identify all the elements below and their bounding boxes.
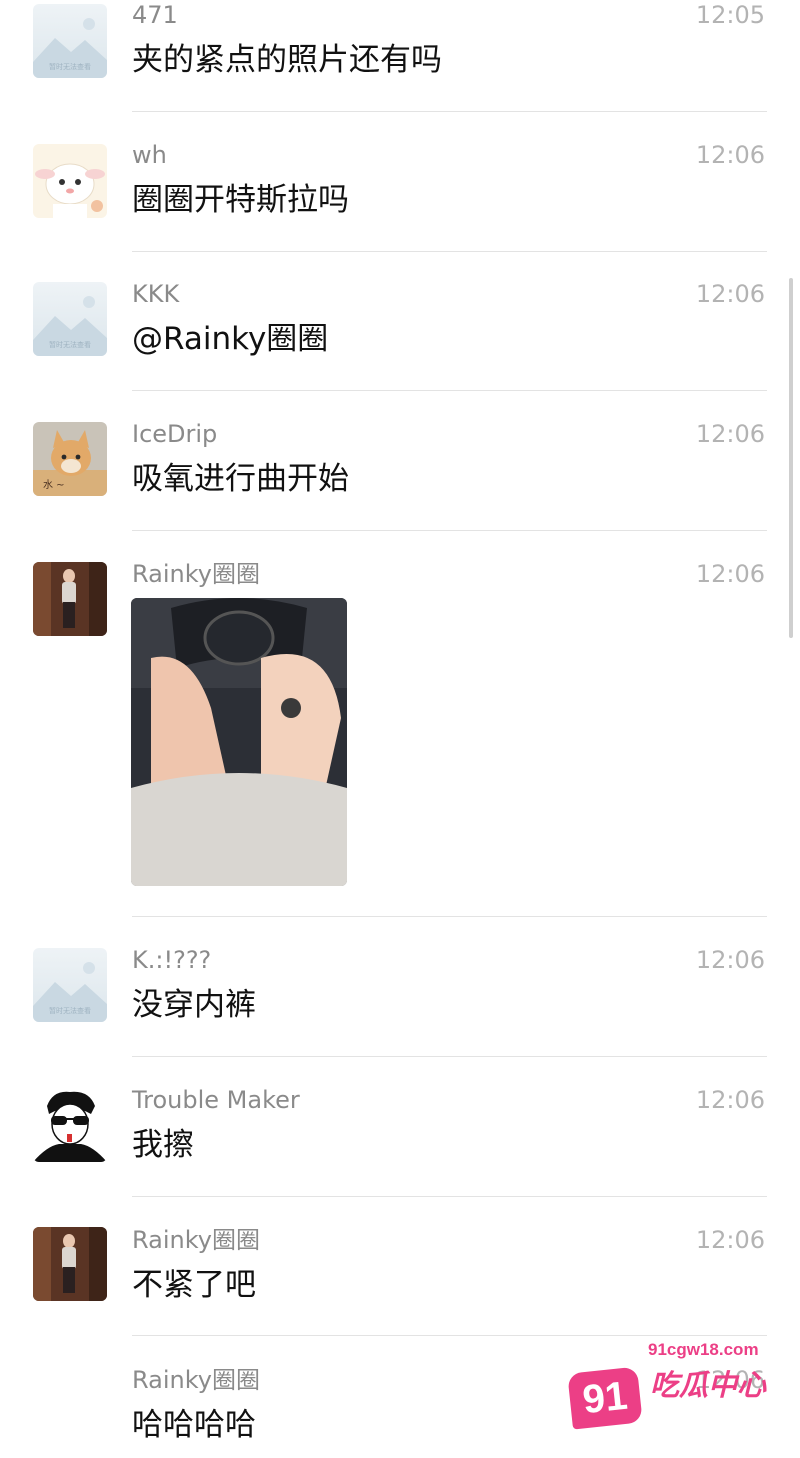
cat-photo-avatar[interactable]: 水 ~ [33, 422, 107, 496]
message-time: 12:06 [695, 946, 765, 974]
message-time: 12:06 [695, 560, 765, 588]
chat-message[interactable]: 暂时无法查看 K.:!??? 12:06 没穿内裤 [0, 918, 800, 1058]
divider [132, 530, 767, 531]
person-photo-avatar[interactable] [33, 1227, 107, 1301]
svg-text:水 ~: 水 ~ [43, 479, 65, 491]
divider [132, 390, 767, 391]
message-time: 12:06 [695, 1226, 765, 1254]
watermark-url: 91cgw18.com [648, 1340, 759, 1359]
message-time: 12:06 [695, 141, 765, 169]
message-text: 不紧了吧 [132, 1267, 256, 1303]
message-time: 12:05 [695, 1, 765, 29]
chat-message[interactable]: 暂时无法查看 471 12:05 夹的紧点的照片还有吗 [0, 0, 800, 112]
car-interior-photo[interactable] [131, 598, 347, 886]
message-time: 12:06 [695, 420, 765, 448]
sender-name: Rainky圈圈 [132, 1226, 260, 1254]
sender-name: KKK [132, 280, 180, 308]
placeholder-image-icon[interactable]: 暂时无法查看 [33, 4, 107, 78]
sender-name: 471 [132, 1, 178, 29]
chat-message[interactable]: Rainky圈圈 12:06 [0, 532, 800, 918]
message-text: 圈圈开特斯拉吗 [132, 182, 349, 218]
watermark-number: 91 [567, 1366, 643, 1430]
message-text: @Rainky圈圈 [132, 321, 329, 357]
sunglasses-sketch-avatar[interactable] [33, 1088, 107, 1162]
placeholder-caption: 暂时无法查看 [49, 62, 91, 71]
chat-message[interactable]: wh 12:06 圈圈开特斯拉吗 [0, 112, 800, 252]
placeholder-caption: 暂时无法查看 [49, 340, 91, 349]
sender-name: Rainky圈圈 [132, 1366, 260, 1394]
message-text: 夹的紧点的照片还有吗 [132, 42, 442, 78]
message-text: 吸氧进行曲开始 [132, 461, 349, 497]
sender-name: IceDrip [132, 420, 218, 448]
sender-name: Rainky圈圈 [132, 560, 260, 588]
chat-message[interactable]: Rainky圈圈 12:06 不紧了吧 [0, 1198, 800, 1338]
scrollbar[interactable] [789, 278, 793, 638]
person-photo-avatar[interactable] [33, 562, 107, 636]
message-text: 哈哈哈哈 [132, 1407, 256, 1443]
placeholder-caption: 暂时无法查看 [49, 1006, 91, 1015]
chat-message[interactable]: Trouble Maker 12:06 我擦 [0, 1058, 800, 1198]
watermark-name: 吃瓜中心 [650, 1368, 767, 1402]
sender-name: K.:!??? [132, 946, 212, 974]
divider [132, 1056, 767, 1057]
placeholder-image-icon[interactable]: 暂时无法查看 [33, 948, 107, 1022]
divider [132, 1196, 767, 1197]
divider [132, 1335, 767, 1336]
message-text: 我擦 [132, 1127, 194, 1163]
sender-name: Trouble Maker [132, 1086, 300, 1114]
watermark-logo: 91 91cgw18.com 吃瓜中心 [567, 1340, 770, 1440]
message-time: 12:06 [695, 1086, 765, 1114]
message-text: 没穿内裤 [132, 987, 256, 1023]
lamb-cartoon-avatar[interactable] [33, 144, 107, 218]
sender-name: wh [132, 141, 167, 169]
message-time: 12:06 [695, 280, 765, 308]
divider [132, 916, 767, 917]
chat-message[interactable]: 水 ~ IceDrip 12:06 吸氧进行曲开始 [0, 392, 800, 532]
placeholder-image-icon[interactable]: 暂时无法查看 [33, 282, 107, 356]
chat-message[interactable]: 暂时无法查看 KKK 12:06 @Rainky圈圈 [0, 252, 800, 392]
